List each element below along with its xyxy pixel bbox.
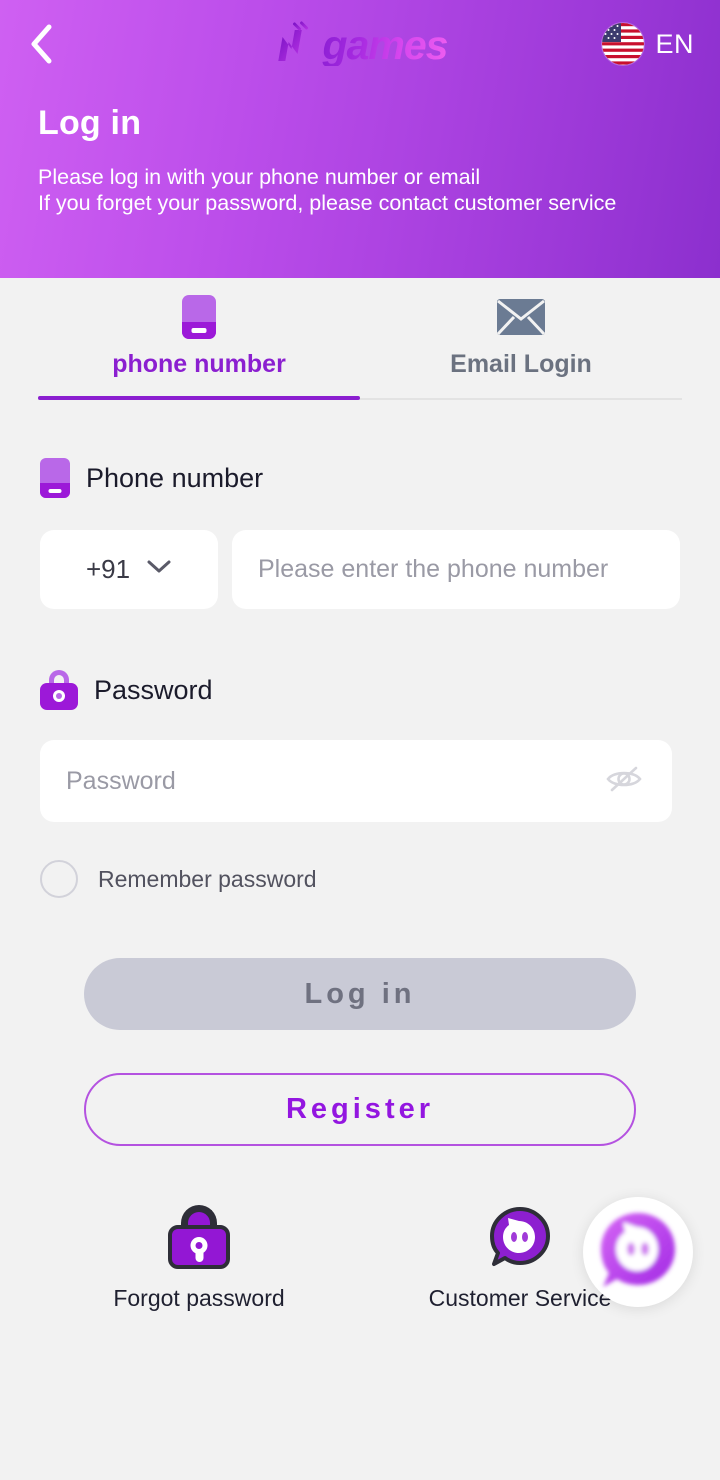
login-button[interactable]: Log in <box>84 958 636 1030</box>
tab-phone-number-label: phone number <box>112 350 286 378</box>
customer-service-label: Customer Service <box>428 1285 612 1311</box>
password-visibility-toggle[interactable] <box>602 759 646 803</box>
us-flag-icon <box>602 23 645 65</box>
remember-password-row[interactable]: Remember password <box>40 860 317 898</box>
envelope-icon <box>496 290 546 344</box>
tab-phone-number[interactable]: phone number <box>38 290 360 379</box>
remember-password-checkbox[interactable] <box>40 860 78 898</box>
phone-number-input[interactable]: Please enter the phone number <box>232 530 680 609</box>
app-logo: games <box>273 20 448 71</box>
phone-icon <box>40 458 70 498</box>
language-selector[interactable]: EN <box>602 23 694 65</box>
tab-email-login-label: Email Login <box>450 350 592 378</box>
subtitle-line-1: Please log in with your phone number or … <box>38 165 481 189</box>
tab-active-underline <box>38 396 360 400</box>
remember-password-label: Remember password <box>98 865 317 892</box>
customer-service-fab[interactable] <box>583 1197 693 1307</box>
login-method-tabs: phone number Email Login <box>0 278 720 402</box>
subtitle-line-2: If you forget your password, please cont… <box>38 191 617 215</box>
phone-number-label: Phone number <box>40 458 263 498</box>
register-button[interactable]: Register <box>84 1073 636 1146</box>
password-label-text: Password <box>94 674 213 705</box>
forgot-password-label: Forgot password <box>113 1285 285 1311</box>
forgot-password-link[interactable]: Forgot password <box>59 1205 339 1312</box>
country-code-select[interactable]: +91 <box>40 530 218 609</box>
phone-number-placeholder: Please enter the phone number <box>258 555 609 583</box>
customer-service-chat-icon <box>594 1206 682 1299</box>
chevron-down-icon <box>146 559 172 580</box>
phone-icon <box>182 290 216 344</box>
header: EN games Log in Please log in with your … <box>0 0 720 278</box>
lock-icon <box>40 670 78 710</box>
phone-number-label-text: Phone number <box>86 462 264 493</box>
page-subtitle: Please log in with your phone number or … <box>38 164 616 216</box>
language-code: EN <box>655 28 694 59</box>
login-screen: EN games Log in Please log in with your … <box>0 0 720 1480</box>
password-input[interactable]: Password <box>40 740 672 822</box>
phone-input-row: +91 Please enter the phone number <box>40 530 680 609</box>
chevron-left-icon <box>28 23 54 65</box>
n-logo-mark-icon <box>273 20 317 71</box>
password-label: Password <box>40 670 213 710</box>
tab-email-login[interactable]: Email Login <box>360 290 682 379</box>
logo-text: games <box>322 22 449 68</box>
password-placeholder: Password <box>66 766 176 795</box>
chat-face-icon <box>488 1205 552 1269</box>
country-code-value: +91 <box>85 554 131 584</box>
back-button[interactable] <box>28 22 68 66</box>
lock-icon <box>168 1205 230 1269</box>
eye-slash-icon <box>604 762 644 801</box>
page-title: Log in <box>38 104 142 142</box>
